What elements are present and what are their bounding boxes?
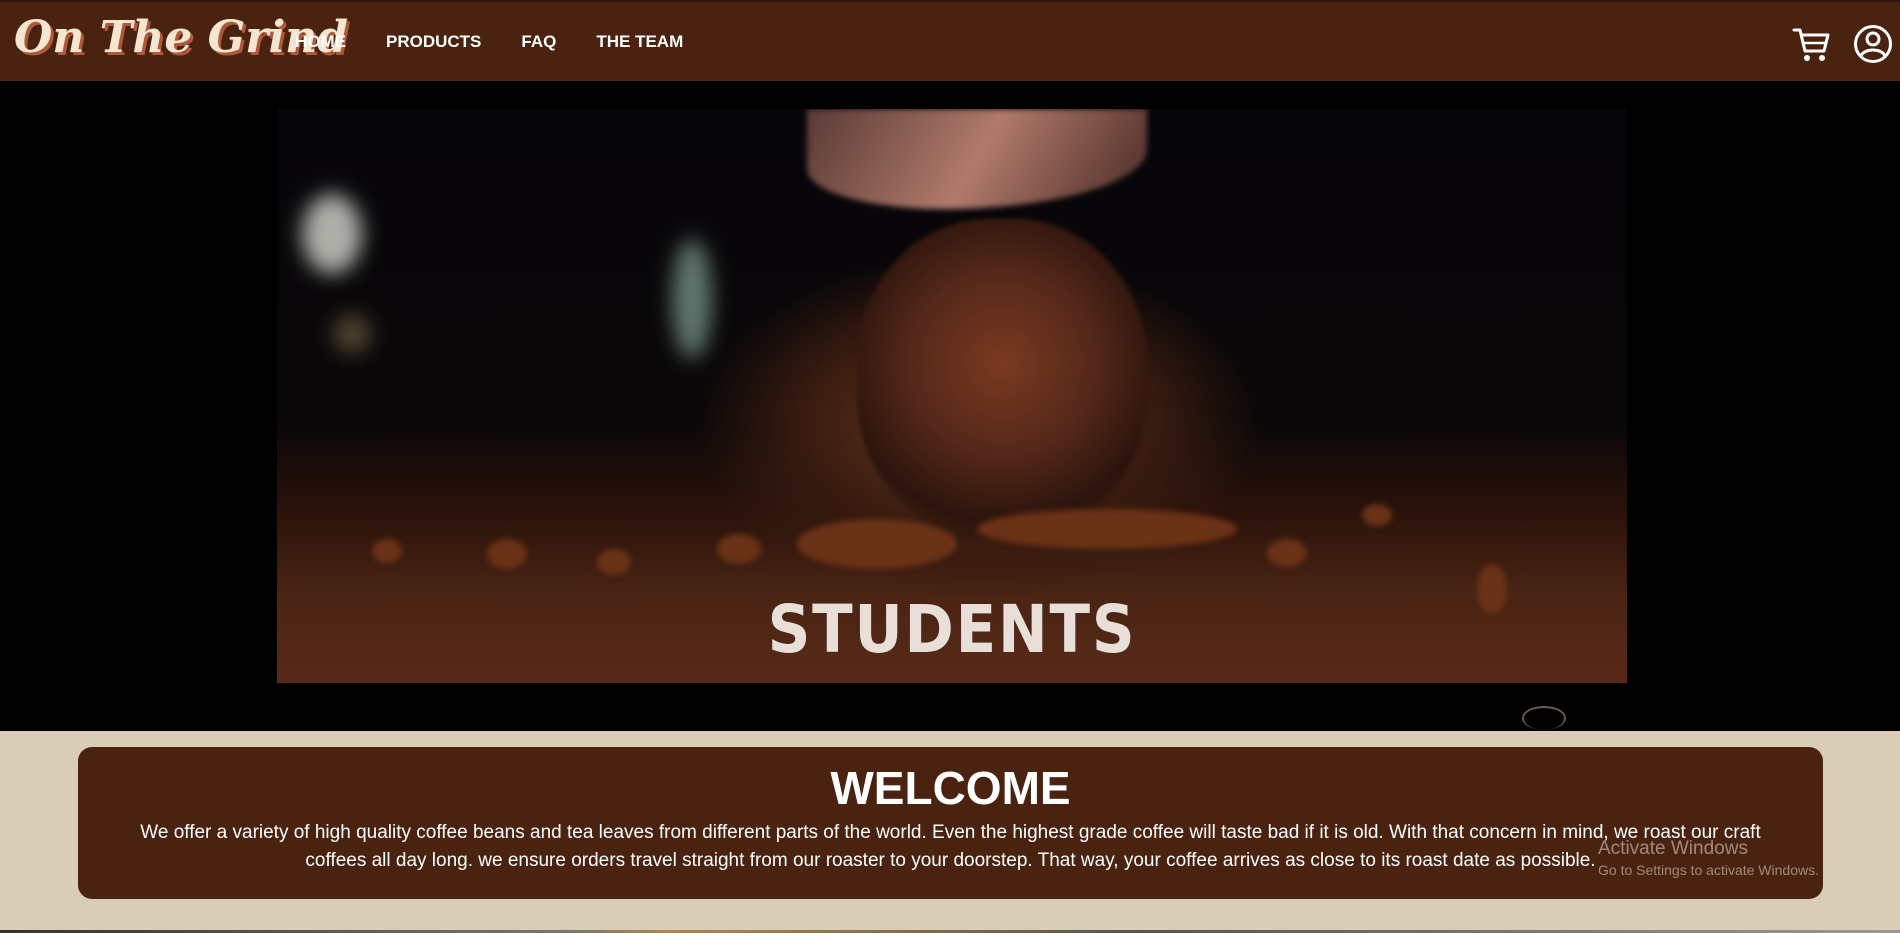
watermark-title: Activate Windows	[1598, 838, 1748, 859]
bokeh-light	[302, 194, 362, 274]
coffee-bean	[372, 539, 402, 563]
nav-products[interactable]: PRODUCTS	[386, 32, 481, 52]
bokeh-light	[672, 239, 712, 359]
watermark-subtitle: Go to Settings to activate Windows.	[1598, 862, 1819, 878]
coffee-bean	[597, 549, 631, 575]
welcome-text: We offer a variety of high quality coffe…	[140, 822, 1761, 871]
welcome-card: WELCOME We offer a variety of high quali…	[78, 747, 1823, 899]
coffee-bean	[1362, 504, 1392, 526]
bokeh-light	[332, 314, 372, 354]
nav-the-team[interactable]: THE TEAM	[596, 32, 683, 52]
navbar: On The Grind HOME PRODUCTS FAQ THE TEAM	[0, 0, 1900, 81]
cart-icon[interactable]	[1791, 24, 1831, 64]
coffee-bean	[487, 539, 527, 569]
video-caption: STUDENTS	[767, 591, 1137, 668]
welcome-title: WELCOME	[830, 762, 1071, 814]
activate-windows-watermark: Activate Windows Go to Settings to activ…	[1598, 838, 1819, 878]
hand-image	[807, 109, 1147, 209]
coffee-bean	[717, 534, 761, 564]
coffee-jar-image	[857, 219, 1147, 539]
hero-video-area: STUDENTS	[0, 81, 1900, 731]
main-nav: HOME PRODUCTS FAQ THE TEAM	[295, 32, 723, 52]
coffee-bean	[977, 509, 1237, 549]
nav-home[interactable]: HOME	[295, 32, 346, 52]
nav-faq[interactable]: FAQ	[521, 32, 556, 52]
coffee-bean	[797, 519, 957, 569]
coffee-bean	[1267, 539, 1307, 567]
video-control-icon[interactable]	[1522, 706, 1566, 730]
user-icon[interactable]	[1853, 24, 1893, 64]
hero-video[interactable]: STUDENTS	[277, 109, 1627, 683]
